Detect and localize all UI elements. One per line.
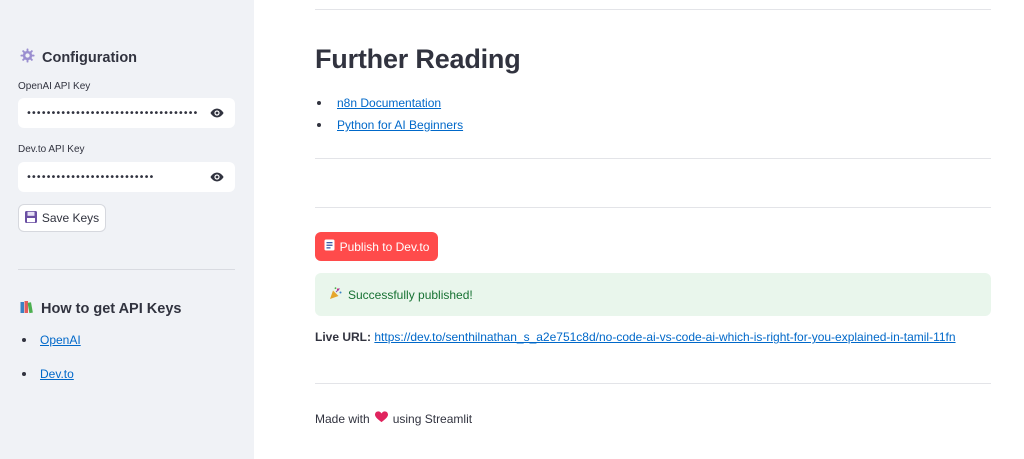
- eye-icon[interactable]: [207, 172, 227, 182]
- footer-prefix: Made with: [315, 411, 370, 426]
- list-item: Dev.to: [22, 367, 81, 401]
- n8n-docs-link[interactable]: n8n Documentation: [337, 96, 441, 110]
- success-alert: Successfully published!: [315, 273, 991, 316]
- live-url-label: Live URL:: [315, 330, 372, 344]
- list-item: Python for AI Beginners: [317, 118, 463, 140]
- openai-key-label: OpenAI API Key: [18, 81, 91, 92]
- publish-button[interactable]: Publish to Dev.to: [315, 232, 438, 261]
- divider: [315, 383, 991, 384]
- further-reading-list: n8n Documentation Python for AI Beginner…: [317, 96, 463, 140]
- floppy-disk-icon: [24, 210, 37, 226]
- devto-key-input[interactable]: [26, 171, 199, 183]
- heart-icon: [374, 411, 388, 426]
- eye-icon[interactable]: [207, 108, 227, 118]
- openai-link[interactable]: OpenAI: [40, 333, 81, 347]
- devto-link[interactable]: Dev.to: [40, 367, 74, 381]
- gear-icon: [20, 48, 35, 67]
- openai-key-field: [18, 98, 235, 128]
- divider: [315, 207, 991, 208]
- books-icon: [20, 300, 34, 318]
- footer-suffix: using Streamlit: [392, 411, 473, 426]
- divider: [315, 158, 991, 159]
- publish-button-label: Publish to Dev.to: [339, 239, 430, 254]
- save-keys-button[interactable]: Save Keys: [18, 204, 106, 232]
- api-key-links: OpenAI Dev.to: [22, 333, 81, 401]
- devto-key-field: [18, 162, 235, 192]
- list-item: n8n Documentation: [317, 96, 463, 118]
- sidebar-divider: [18, 269, 235, 270]
- success-message: Successfully published!: [348, 287, 473, 302]
- configuration-heading-text: Configuration: [42, 49, 138, 66]
- openai-key-input[interactable]: [26, 107, 199, 119]
- document-icon: [324, 239, 335, 254]
- devto-key-label: Dev.to API Key: [18, 144, 85, 155]
- live-url-link[interactable]: https://dev.to/senthilnathan_s_a2e751c8d…: [374, 330, 955, 344]
- sidebar: Configuration OpenAI API Key Dev.to API …: [0, 0, 254, 459]
- configuration-heading: Configuration: [20, 48, 137, 67]
- how-to-heading-text: How to get API Keys: [41, 301, 182, 317]
- party-popper-icon: [329, 286, 342, 303]
- python-ai-link[interactable]: Python for AI Beginners: [337, 118, 463, 132]
- divider: [315, 9, 991, 10]
- footer: Made with using Streamlit: [315, 411, 472, 426]
- live-url-line: Live URL: https://dev.to/senthilnathan_s…: [315, 330, 956, 344]
- save-keys-label: Save Keys: [41, 211, 100, 225]
- page-title: Further Reading: [315, 44, 521, 74]
- how-to-heading: How to get API Keys: [20, 300, 181, 318]
- list-item: OpenAI: [22, 333, 81, 367]
